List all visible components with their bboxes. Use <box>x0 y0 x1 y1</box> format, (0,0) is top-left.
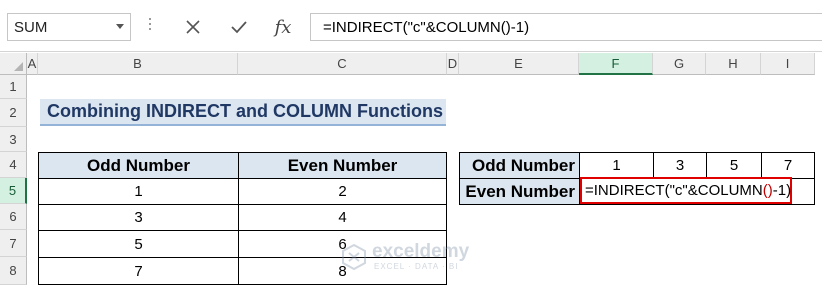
table-cell-even[interactable]: 2 <box>238 178 447 205</box>
right-table-label-even[interactable]: Even Number <box>459 178 580 205</box>
column-header-i[interactable]: I <box>761 53 815 75</box>
watermark-name: exceldemy <box>372 241 470 262</box>
row-header-7[interactable]: 7 <box>0 230 27 257</box>
formula-text: =INDIRECT("c"&COLUMN()-1) <box>323 19 530 36</box>
column-header-f[interactable]: F <box>579 53 653 75</box>
table-cell-odd[interactable]: 7 <box>38 257 239 285</box>
edit-formula-part1: =INDIRECT("c"&COLUMN <box>585 182 763 199</box>
exceldemy-watermark: exceldemy EXCEL · DATA · BI <box>340 241 490 273</box>
select-all-button[interactable] <box>0 53 27 75</box>
column-header-e[interactable]: E <box>459 53 579 75</box>
column-header-b[interactable]: B <box>38 53 238 75</box>
row-header-2[interactable]: 2 <box>0 99 27 127</box>
row-header-3[interactable]: 3 <box>0 127 27 152</box>
cancel-button[interactable] <box>178 14 208 40</box>
function-icon: fx <box>274 16 292 38</box>
check-icon <box>231 21 247 34</box>
watermark-tagline: EXCEL · DATA · BI <box>374 262 459 271</box>
chevron-down-icon[interactable] <box>116 24 124 29</box>
right-table-odd-value[interactable]: 3 <box>653 152 707 179</box>
column-header-g[interactable]: G <box>653 53 706 75</box>
right-table-odd-value[interactable]: 1 <box>579 152 654 179</box>
table-cell-odd[interactable]: 1 <box>38 178 239 205</box>
column-header-c[interactable]: C <box>238 53 447 75</box>
row-header-6[interactable]: 6 <box>0 204 27 230</box>
sheet-title[interactable]: Combining INDIRECT and COLUMN Functions <box>40 99 446 126</box>
formula-bar: SUM fx =INDIRECT("c"&COLUMN()-1) <box>0 0 822 52</box>
row-header-1[interactable]: 1 <box>0 75 27 99</box>
insert-function-button[interactable]: fx <box>268 14 298 40</box>
table-cell-even[interactable]: 4 <box>238 204 447 231</box>
left-table-header-even[interactable]: Even Number <box>238 152 447 179</box>
table-cell-odd[interactable]: 5 <box>38 230 239 258</box>
close-icon <box>186 20 200 34</box>
column-header-h[interactable]: H <box>706 53 761 75</box>
exceldemy-logo-icon <box>342 243 366 271</box>
left-table-header-odd[interactable]: Odd Number <box>38 152 239 179</box>
table-cell-odd[interactable]: 3 <box>38 204 239 231</box>
row-header-4[interactable]: 4 <box>0 152 27 178</box>
row-header-5[interactable]: 5 <box>0 178 27 204</box>
formula-input[interactable]: =INDIRECT("c"&COLUMN()-1) <box>310 13 822 41</box>
column-header-d[interactable]: D <box>447 53 459 75</box>
enter-button[interactable] <box>224 14 254 40</box>
right-table-label-odd[interactable]: Odd Number <box>459 152 580 179</box>
row-header-8[interactable]: 8 <box>0 257 27 285</box>
right-table-odd-value[interactable]: 5 <box>706 152 762 179</box>
name-box-value: SUM <box>14 19 48 36</box>
active-cell-editor[interactable]: =INDIRECT("c"&COLUMN() -1) <box>580 177 792 204</box>
column-header-a[interactable]: A <box>27 53 38 75</box>
drag-handle-icon[interactable] <box>149 18 152 36</box>
right-table-odd-value[interactable]: 7 <box>761 152 815 179</box>
edit-formula-part2: -1) <box>772 182 792 199</box>
name-box[interactable]: SUM <box>7 13 131 41</box>
